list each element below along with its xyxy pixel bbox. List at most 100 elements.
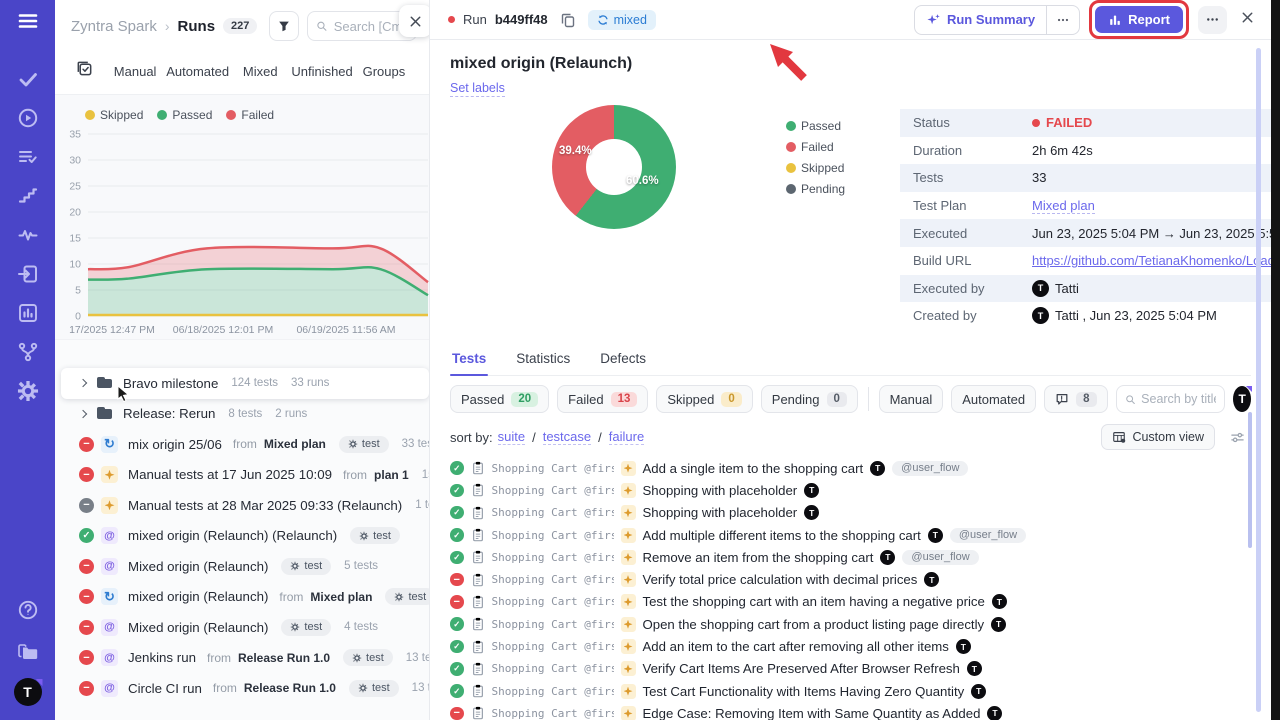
runs-tab[interactable]: Manual	[108, 64, 162, 79]
automated-filter-chip[interactable]: Automated	[951, 385, 1036, 413]
manual-filter-chip[interactable]: Manual	[879, 385, 944, 413]
legend-item[interactable]: Skipped	[786, 161, 856, 175]
test-list-item[interactable]: Shopping Cart @firs... Edge Case: Removi…	[450, 702, 1251, 720]
legend-item[interactable]: Pending	[786, 182, 856, 196]
test-suite-name[interactable]: Shopping Cart @firs...	[492, 484, 614, 497]
breadcrumb-project[interactable]: Zyntra Spark	[71, 18, 157, 35]
gear-icon[interactable]	[16, 379, 40, 403]
status-filter-chip[interactable]: Pending 0	[761, 385, 858, 413]
breadcrumb-section[interactable]: Runs	[178, 18, 216, 35]
sort-option-link[interactable]: failure	[609, 429, 644, 445]
test-title[interactable]: Test Cart Functionality with Items Havin…	[643, 684, 965, 699]
test-list-item[interactable]: Shopping Cart @firs... Open the shopping…	[450, 613, 1251, 635]
legend-item[interactable]: Skipped	[85, 108, 143, 122]
view-settings-button[interactable]	[1230, 430, 1245, 445]
run-list-item[interactable]: Jenkins run from Release Run 1.0 test 13…	[61, 643, 429, 674]
run-list-item[interactable]: Mixed origin (Relaunch) test 4 tests	[61, 612, 429, 643]
copy-run-id-button[interactable]	[556, 8, 580, 32]
test-title[interactable]: Add multiple different items to the shop…	[643, 528, 921, 543]
test-suite-name[interactable]: Shopping Cart @firs...	[492, 685, 614, 698]
test-suite-name[interactable]: Shopping Cart @firs...	[492, 618, 614, 631]
runs-tab[interactable]: Mixed	[233, 64, 287, 79]
test-title[interactable]: Verify total price calculation with deci…	[643, 572, 918, 587]
test-suite-name[interactable]: Shopping Cart @firs...	[492, 551, 614, 564]
run-list-item[interactable]: Manual tests at 17 Jun 2025 10:09 from p…	[61, 460, 429, 491]
test-suite-name[interactable]: Shopping Cart @firs...	[492, 462, 614, 475]
tests-search-input[interactable]	[1141, 392, 1216, 406]
test-title[interactable]: Shopping with placeholder	[643, 483, 798, 498]
test-title[interactable]: Verify Cart Items Are Preserved After Br…	[643, 661, 960, 676]
custom-view-button[interactable]: Custom view	[1101, 424, 1215, 450]
test-title[interactable]: Shopping with placeholder	[643, 505, 798, 520]
run-list-item[interactable]: mixed origin (Relaunch) (Relaunch) test	[61, 521, 429, 552]
test-suite-name[interactable]: Shopping Cart @firs...	[492, 640, 614, 653]
test-title[interactable]: Add an item to the cart after removing a…	[643, 639, 949, 654]
test-suite-name[interactable]: Shopping Cart @firs...	[492, 662, 614, 675]
test-suite-name[interactable]: Shopping Cart @firs...	[492, 506, 614, 519]
run-list-item[interactable]: Manual tests at 28 Mar 2025 09:33 (Relau…	[61, 490, 429, 521]
comments-filter-chip[interactable]: 8	[1044, 385, 1107, 413]
run-list-item[interactable]: Mixed origin (Relaunch) test 5 tests	[61, 551, 429, 582]
run-list-item[interactable]: Circle CI run from Release Run 1.0 test …	[61, 673, 429, 704]
runs-search-input[interactable]	[334, 19, 408, 34]
status-filter-chip[interactable]: Passed 20	[450, 385, 549, 413]
runs-tab[interactable]: Automated	[166, 64, 229, 79]
panel-close-button[interactable]	[399, 5, 430, 37]
menu-icon[interactable]	[16, 9, 40, 33]
sort-option-link[interactable]: testcase	[543, 429, 591, 445]
branch-icon[interactable]	[16, 340, 40, 364]
test-title[interactable]: Add a single item to the shopping cart	[643, 461, 864, 476]
test-suite-name[interactable]: Shopping Cart @firs...	[492, 707, 614, 720]
legend-item[interactable]: Failed	[786, 140, 856, 154]
help-icon[interactable]	[16, 598, 40, 622]
run-list-item[interactable]: Release: Rerun 8 tests 2 runs	[61, 399, 429, 430]
detail-tab[interactable]: Statistics	[514, 345, 572, 375]
test-list-item[interactable]: Shopping Cart @firs... Test the shopping…	[450, 591, 1251, 613]
more-actions-button[interactable]	[1198, 6, 1227, 34]
test-list-item[interactable]: Shopping Cart @firs... Shopping with pla…	[450, 479, 1251, 501]
bar-chart-icon[interactable]	[16, 301, 40, 325]
close-detail-button[interactable]	[1238, 8, 1257, 32]
run-list-item[interactable]: mixed origin (Relaunch) from Mixed plan …	[61, 582, 429, 613]
test-list-item[interactable]: Shopping Cart @firs... Verify Cart Items…	[450, 658, 1251, 680]
chevron-right-icon[interactable]	[79, 378, 89, 388]
check-icon[interactable]	[16, 67, 40, 91]
runs-tab[interactable]: Unfinished	[291, 64, 352, 79]
test-list-item[interactable]: Shopping Cart @firs... Remove an item fr…	[450, 546, 1251, 568]
run-summary-more-button[interactable]	[1046, 6, 1079, 34]
legend-item[interactable]: Passed	[786, 119, 856, 133]
test-list-item[interactable]: Shopping Cart @firs... Add a single item…	[450, 457, 1251, 479]
report-button[interactable]: Report	[1095, 6, 1183, 33]
list-check-icon[interactable]	[16, 145, 40, 169]
panel-scrollbar[interactable]	[1256, 48, 1261, 712]
test-list-item[interactable]: Shopping Cart @firs... Verify total pric…	[450, 568, 1251, 590]
filter-button[interactable]	[269, 11, 299, 41]
folders-icon[interactable]	[16, 640, 40, 664]
runs-tab[interactable]: Groups	[357, 64, 411, 79]
test-suite-name[interactable]: Shopping Cart @firs...	[492, 573, 614, 586]
test-title[interactable]: Edge Case: Removing Item with Same Quant…	[643, 706, 981, 720]
status-filter-chip[interactable]: Skipped 0	[656, 385, 752, 413]
test-title[interactable]: Remove an item from the shopping cart	[643, 550, 874, 565]
status-filter-chip[interactable]: Failed 13	[557, 385, 648, 413]
pulse-icon[interactable]	[16, 223, 40, 247]
play-circle-icon[interactable]	[16, 106, 40, 130]
run-list-item[interactable]: mix origin 25/06 from Mixed plan test 33…	[61, 429, 429, 460]
sort-option-link[interactable]: suite	[498, 429, 525, 445]
legend-item[interactable]: Failed	[226, 108, 274, 122]
test-title[interactable]: Test the shopping cart with an item havi…	[643, 594, 985, 609]
test-list-item[interactable]: Shopping Cart @firs... Add multiple diff…	[450, 524, 1251, 546]
detail-tab[interactable]: Defects	[598, 345, 648, 375]
test-list-item[interactable]: Shopping Cart @firs... Add an item to th…	[450, 635, 1251, 657]
test-list-item[interactable]: Shopping Cart @firs... Test Cart Functio…	[450, 680, 1251, 702]
test-list-item[interactable]: Shopping Cart @firs... Shopping with pla…	[450, 502, 1251, 524]
set-labels-link[interactable]: Set labels	[450, 81, 505, 97]
checklist-icon[interactable]	[75, 59, 94, 83]
legend-item[interactable]: Passed	[157, 108, 212, 122]
test-suite-name[interactable]: Shopping Cart @firs...	[492, 529, 614, 542]
sign-in-icon[interactable]	[16, 262, 40, 286]
chevron-right-icon[interactable]	[79, 409, 89, 419]
assignee-filter-avatar[interactable]: T	[1233, 386, 1251, 412]
run-summary-button[interactable]: Run Summary	[914, 5, 1080, 35]
tests-list-scrollbar[interactable]	[1248, 412, 1252, 548]
